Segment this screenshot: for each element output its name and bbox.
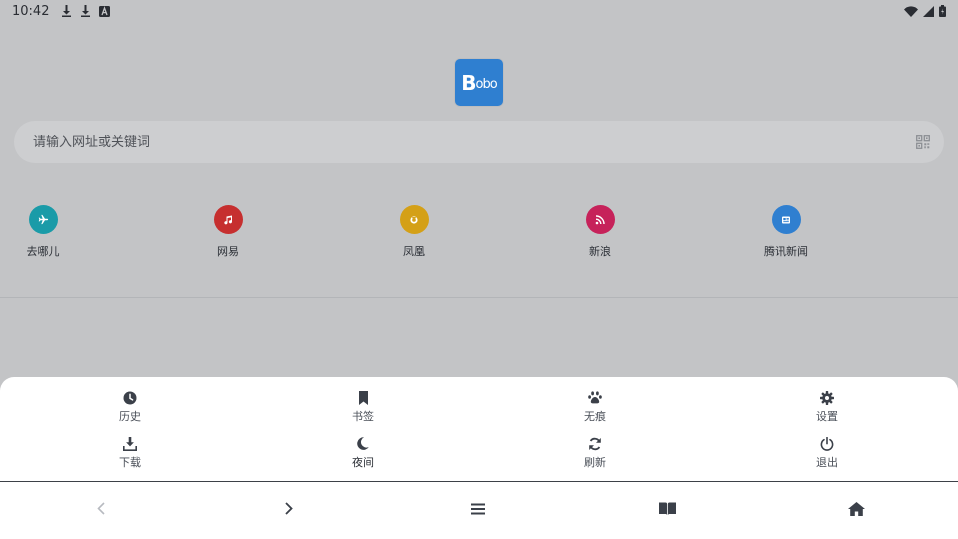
- menu-item-refresh[interactable]: 刷新: [555, 436, 635, 470]
- moon-icon: [357, 436, 369, 451]
- text-a-icon: [99, 5, 111, 17]
- shortcut-label: 网易: [217, 245, 239, 258]
- search-bar[interactable]: [14, 121, 944, 163]
- shortcut-label: 新浪: [589, 245, 611, 258]
- download-icon: [80, 5, 91, 17]
- back-button[interactable]: [81, 498, 121, 522]
- menu-item-incognito[interactable]: 无痕: [555, 390, 635, 424]
- menu-item-label: 刷新: [584, 456, 606, 469]
- menu-item-label: 夜间: [352, 456, 374, 469]
- bookmark-icon: [358, 390, 369, 405]
- status-bar: 10:42: [0, 0, 958, 22]
- menu-icon: [471, 503, 485, 518]
- shortcut-label: 腾讯新闻: [764, 245, 808, 258]
- shortcut-label: 凤凰: [403, 245, 425, 258]
- reader-button[interactable]: [647, 498, 687, 522]
- menu-button[interactable]: [458, 498, 498, 522]
- menu-item-label: 设置: [816, 410, 838, 423]
- music-note-icon: [213, 205, 243, 234]
- menu-item-label: 退出: [816, 456, 838, 469]
- news-icon: [771, 205, 801, 234]
- power-icon: [820, 436, 834, 451]
- shortcut-netease[interactable]: 网易: [183, 205, 273, 259]
- battery-icon: [939, 5, 946, 17]
- menu-item-settings[interactable]: 设置: [787, 390, 867, 424]
- home-button[interactable]: [836, 498, 876, 522]
- status-right: [904, 5, 946, 17]
- forward-icon: [285, 502, 293, 518]
- phoenix-icon: [399, 205, 429, 234]
- download-icon: [61, 5, 72, 17]
- status-time: 10:42: [12, 3, 50, 19]
- menu-item-downloads[interactable]: 下载: [90, 436, 170, 470]
- shortcut-ifeng[interactable]: 凤凰: [369, 205, 459, 259]
- status-left: 10:42: [12, 3, 111, 19]
- shortcut-sina[interactable]: 新浪: [555, 205, 645, 259]
- wifi-icon: [904, 5, 918, 17]
- paw-icon: [588, 390, 602, 405]
- menu-item-bookmarks[interactable]: 书签: [323, 390, 403, 424]
- menu-item-history[interactable]: 历史: [90, 390, 170, 424]
- back-icon: [97, 502, 105, 518]
- download-icon: [123, 436, 137, 451]
- menu-item-label: 书签: [352, 410, 374, 423]
- menu-item-label: 下载: [119, 456, 141, 469]
- menu-item-label: 无痕: [584, 410, 606, 423]
- shortcut-qunar[interactable]: 去哪儿: [0, 205, 88, 259]
- rss-icon: [585, 205, 615, 234]
- clock-icon: [123, 390, 137, 405]
- shortcut-grid: 去哪儿 网易 凤凰 新浪 腾讯新闻: [0, 205, 958, 275]
- logo-text-small: obo: [475, 77, 498, 92]
- qr-code-icon[interactable]: [916, 135, 930, 149]
- home-icon: [847, 501, 865, 519]
- airplane-icon: [28, 205, 58, 234]
- gear-icon: [820, 390, 834, 405]
- forward-button[interactable]: [269, 498, 309, 522]
- bottom-toolbar: [0, 482, 958, 539]
- app-logo: Bobo: [455, 59, 503, 106]
- search-input[interactable]: [33, 134, 916, 150]
- menu-item-label: 历史: [119, 410, 141, 423]
- divider: [0, 297, 958, 298]
- bottom-menu-sheet: 历史 书签 无痕 设置 下载 夜间 刷新 退出: [0, 377, 958, 482]
- shortcut-tencent-news[interactable]: 腾讯新闻: [741, 205, 831, 259]
- menu-item-night-mode[interactable]: 夜间: [323, 436, 403, 470]
- refresh-icon: [588, 436, 602, 451]
- logo-text-big: B: [461, 70, 476, 95]
- shortcut-label: 去哪儿: [26, 245, 60, 258]
- menu-item-exit[interactable]: 退出: [787, 436, 867, 470]
- book-icon: [658, 502, 676, 518]
- signal-icon: [923, 5, 934, 17]
